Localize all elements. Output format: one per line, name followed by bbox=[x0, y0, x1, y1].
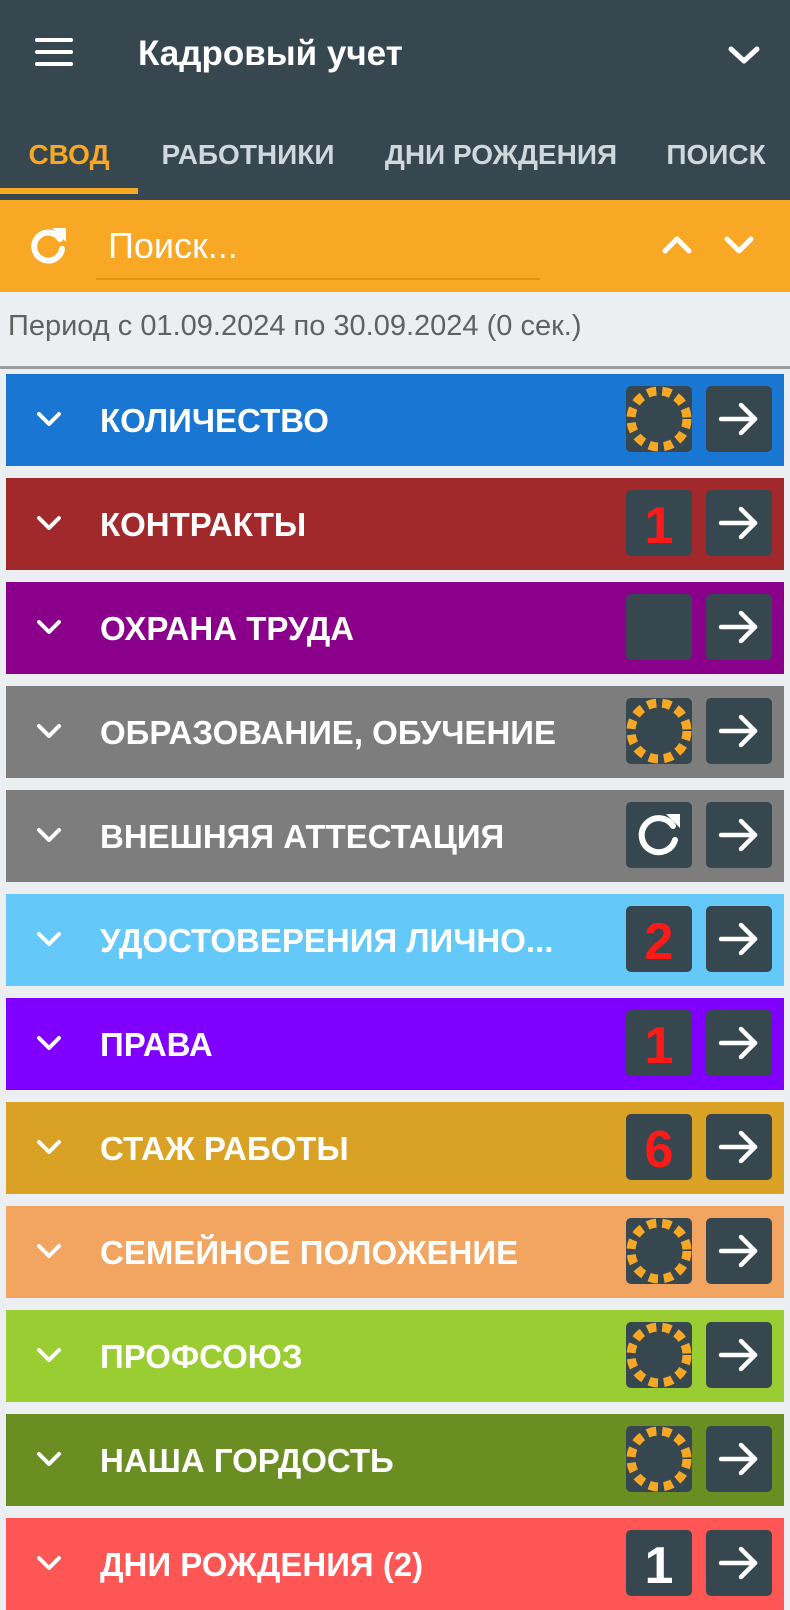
summary-row[interactable]: ПРОФСОЮЗ bbox=[6, 1310, 784, 1402]
count-badge: 1 bbox=[626, 490, 692, 556]
loading-icon bbox=[626, 1218, 692, 1284]
summary-row[interactable]: ДНИ РОЖДЕНИЯ (2) 1 bbox=[6, 1518, 784, 1610]
count-badge-value: 2 bbox=[644, 913, 674, 971]
chevron-down-icon[interactable] bbox=[32, 820, 66, 850]
arrow-right-icon[interactable] bbox=[706, 594, 772, 660]
summary-row-label: КОНТРАКТЫ bbox=[100, 506, 307, 543]
count-badge-value: 1 bbox=[644, 1537, 674, 1595]
count-badge: 1 bbox=[626, 1530, 692, 1596]
arrow-right-icon[interactable] bbox=[706, 906, 772, 972]
menu-icon[interactable] bbox=[30, 38, 78, 74]
app-bar: Кадровый учет СВОД РАБОТНИКИ ДНИ РОЖДЕНИ… bbox=[0, 0, 790, 200]
search-bar bbox=[0, 200, 790, 292]
loading-icon bbox=[626, 1426, 692, 1492]
arrow-right-icon[interactable] bbox=[706, 802, 772, 868]
arrow-right-icon[interactable] bbox=[706, 1530, 772, 1596]
loading-icon bbox=[626, 1322, 692, 1388]
chevron-down-icon[interactable] bbox=[32, 924, 66, 954]
summary-row-label: ОХРАНА ТРУДА bbox=[100, 610, 355, 647]
summary-row-label: ВНЕШНЯЯ АТТЕСТАЦИЯ bbox=[100, 818, 505, 855]
search-input[interactable] bbox=[96, 214, 540, 280]
chevron-down-icon[interactable] bbox=[32, 1236, 66, 1266]
count-badge: 1 bbox=[626, 1010, 692, 1076]
chevron-down-icon[interactable] bbox=[32, 1028, 66, 1058]
chevron-down-icon[interactable] bbox=[722, 230, 756, 260]
chevron-down-icon[interactable] bbox=[726, 40, 762, 70]
chevron-down-icon[interactable] bbox=[32, 1132, 66, 1162]
summary-row-label: НАША ГОРДОСТЬ bbox=[100, 1442, 394, 1479]
summary-row[interactable]: УДОСТОВЕРЕНИЯ ЛИЧНО... 2 bbox=[6, 894, 784, 986]
summary-row[interactable]: ПРАВА 1 bbox=[6, 998, 784, 1090]
arrow-right-icon[interactable] bbox=[706, 1426, 772, 1492]
arrow-right-icon[interactable] bbox=[706, 386, 772, 452]
chevron-up-icon[interactable] bbox=[660, 230, 694, 260]
chevron-down-icon[interactable] bbox=[32, 716, 66, 746]
chevron-down-icon[interactable] bbox=[32, 508, 66, 538]
summary-row[interactable]: КОЛИЧЕСТВО bbox=[6, 374, 784, 466]
summary-row[interactable]: КОНТРАКТЫ 1 bbox=[6, 478, 784, 570]
summary-row[interactable]: НАША ГОРДОСТЬ bbox=[6, 1414, 784, 1506]
chevron-down-icon[interactable] bbox=[32, 1340, 66, 1370]
count-badge-value: 1 bbox=[644, 1017, 674, 1075]
refresh-icon[interactable] bbox=[626, 802, 692, 868]
app-title: Кадровый учет bbox=[138, 34, 403, 73]
summary-row-label: ПРОФСОЮЗ bbox=[100, 1338, 303, 1375]
arrow-right-icon[interactable] bbox=[706, 490, 772, 556]
tab-search[interactable]: ПОИСК bbox=[656, 130, 776, 200]
tab-employees[interactable]: РАБОТНИКИ bbox=[150, 130, 346, 200]
count-badge-value: 1 bbox=[644, 497, 674, 555]
summary-row[interactable]: СТАЖ РАБОТЫ 6 bbox=[6, 1102, 784, 1194]
summary-row-label: УДОСТОВЕРЕНИЯ ЛИЧНО... bbox=[100, 922, 554, 959]
summary-row-label: СЕМЕЙНОЕ ПОЛОЖЕНИЕ bbox=[100, 1234, 519, 1271]
summary-row[interactable]: ВНЕШНЯЯ АТТЕСТАЦИЯ bbox=[6, 790, 784, 882]
loading-icon bbox=[626, 698, 692, 764]
period-text: Период с 01.09.2024 по 30.09.2024 (0 сек… bbox=[8, 310, 582, 342]
active-tab-indicator bbox=[0, 188, 138, 194]
chevron-down-icon[interactable] bbox=[32, 612, 66, 642]
arrow-right-icon[interactable] bbox=[706, 1114, 772, 1180]
count-badge-value: 6 bbox=[644, 1121, 674, 1179]
summary-row[interactable]: ОБРАЗОВАНИЕ, ОБУЧЕНИЕ bbox=[6, 686, 784, 778]
summary-row-label: КОЛИЧЕСТВО bbox=[100, 402, 329, 439]
chevron-down-icon[interactable] bbox=[32, 404, 66, 434]
summary-row-label: ПРАВА bbox=[100, 1026, 213, 1063]
loading-icon bbox=[626, 386, 692, 452]
chevron-down-icon[interactable] bbox=[32, 1444, 66, 1474]
summary-row-label: ОБРАЗОВАНИЕ, ОБУЧЕНИЕ bbox=[100, 714, 557, 751]
arrow-right-icon[interactable] bbox=[706, 1010, 772, 1076]
period-bar: Период с 01.09.2024 по 30.09.2024 (0 сек… bbox=[0, 292, 790, 369]
count-badge: 6 bbox=[626, 1114, 692, 1180]
chevron-down-icon[interactable] bbox=[32, 1548, 66, 1578]
arrow-right-icon[interactable] bbox=[706, 698, 772, 764]
summary-row-label: ДНИ РОЖДЕНИЯ (2) bbox=[100, 1546, 424, 1583]
empty-badge bbox=[626, 594, 692, 660]
summary-row[interactable]: СЕМЕЙНОЕ ПОЛОЖЕНИЕ bbox=[6, 1206, 784, 1298]
refresh-icon[interactable] bbox=[26, 224, 70, 268]
tab-birthdays[interactable]: ДНИ РОЖДЕНИЯ bbox=[376, 130, 626, 200]
summary-row-label: СТАЖ РАБОТЫ bbox=[100, 1130, 349, 1167]
summary-row[interactable]: ОХРАНА ТРУДА bbox=[6, 582, 784, 674]
arrow-right-icon[interactable] bbox=[706, 1322, 772, 1388]
count-badge: 2 bbox=[626, 906, 692, 972]
arrow-right-icon[interactable] bbox=[706, 1218, 772, 1284]
